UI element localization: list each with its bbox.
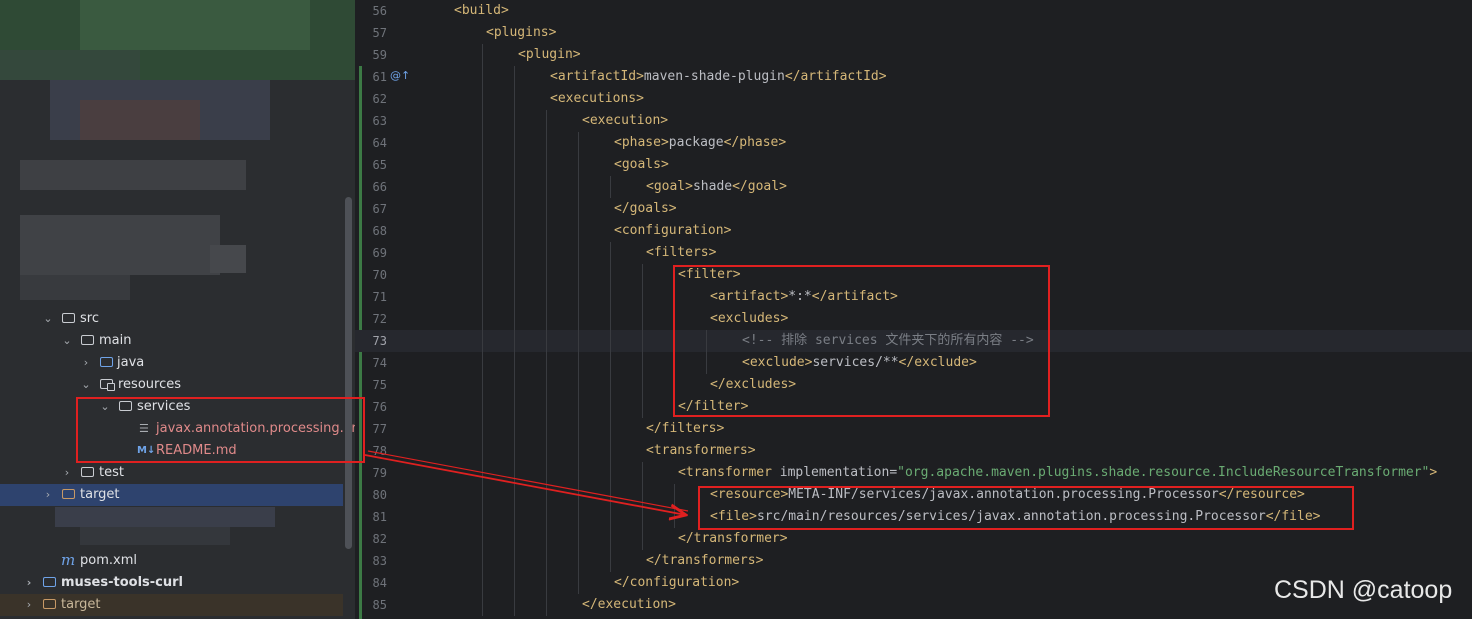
annotation-arrow bbox=[364, 450, 1472, 619]
watermark: CSDN @catoop bbox=[1274, 576, 1453, 604]
